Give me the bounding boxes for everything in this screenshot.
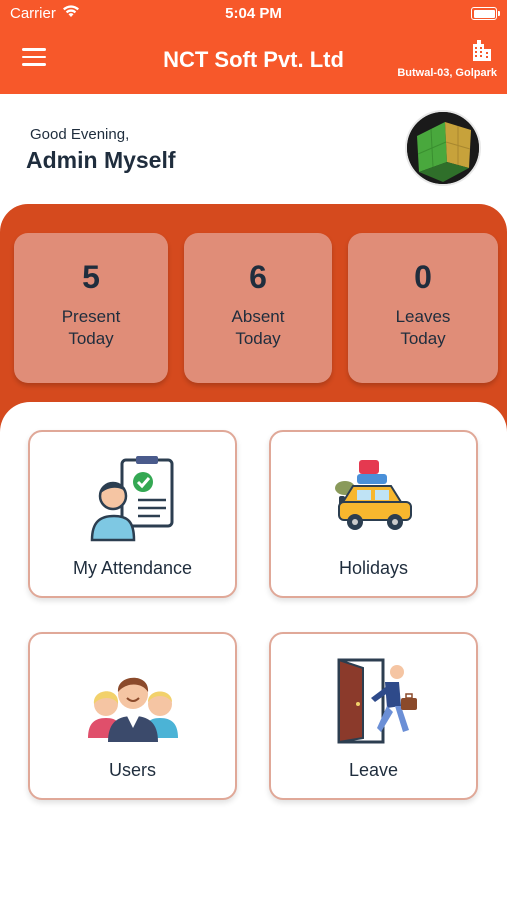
leave-door-icon (337, 658, 417, 744)
greeting-text: Good Evening, (30, 126, 130, 143)
avatar[interactable] (405, 110, 481, 186)
holiday-car-icon (334, 460, 412, 530)
app-header: Carrier 5:04 PM NCT Soft Pvt. Ltd Butwal… (0, 0, 507, 94)
status-time: 5:04 PM (225, 5, 282, 22)
leave-label: Leave (348, 760, 399, 780)
menu-panel: My Attendance Holidays Users Leave (0, 402, 507, 900)
leaves-count: 0 (414, 259, 432, 295)
holidays-button[interactable]: Holidays (269, 430, 478, 598)
building-icon[interactable] (470, 38, 494, 62)
leaves-label: Leaves Today (395, 307, 451, 348)
leaves-today-card[interactable]: 0 Leaves Today (348, 233, 498, 383)
present-today-card[interactable]: 5 Present Today (14, 233, 168, 383)
users-button[interactable]: Users (28, 632, 237, 800)
users-label: Users (108, 760, 156, 780)
absent-label: Absent Today (231, 307, 285, 348)
avatar-image (407, 112, 479, 184)
present-count: 5 (82, 259, 100, 295)
user-name: Admin Myself (26, 147, 176, 173)
status-bar: Carrier 5:04 PM (0, 0, 507, 28)
holidays-label: Holidays (338, 558, 409, 578)
attendance-clipboard-icon (90, 456, 173, 542)
users-group-icon (87, 677, 178, 742)
present-label: Present Today (61, 307, 121, 348)
leave-button[interactable]: Leave (269, 632, 478, 800)
location-label[interactable]: Butwal-03, Golpark (397, 67, 497, 79)
absent-today-card[interactable]: 6 Absent Today (184, 233, 332, 383)
my-attendance-label: My Attendance (72, 558, 193, 578)
my-attendance-button[interactable]: My Attendance (28, 430, 237, 598)
absent-count: 6 (249, 259, 267, 295)
battery-icon (471, 7, 500, 20)
